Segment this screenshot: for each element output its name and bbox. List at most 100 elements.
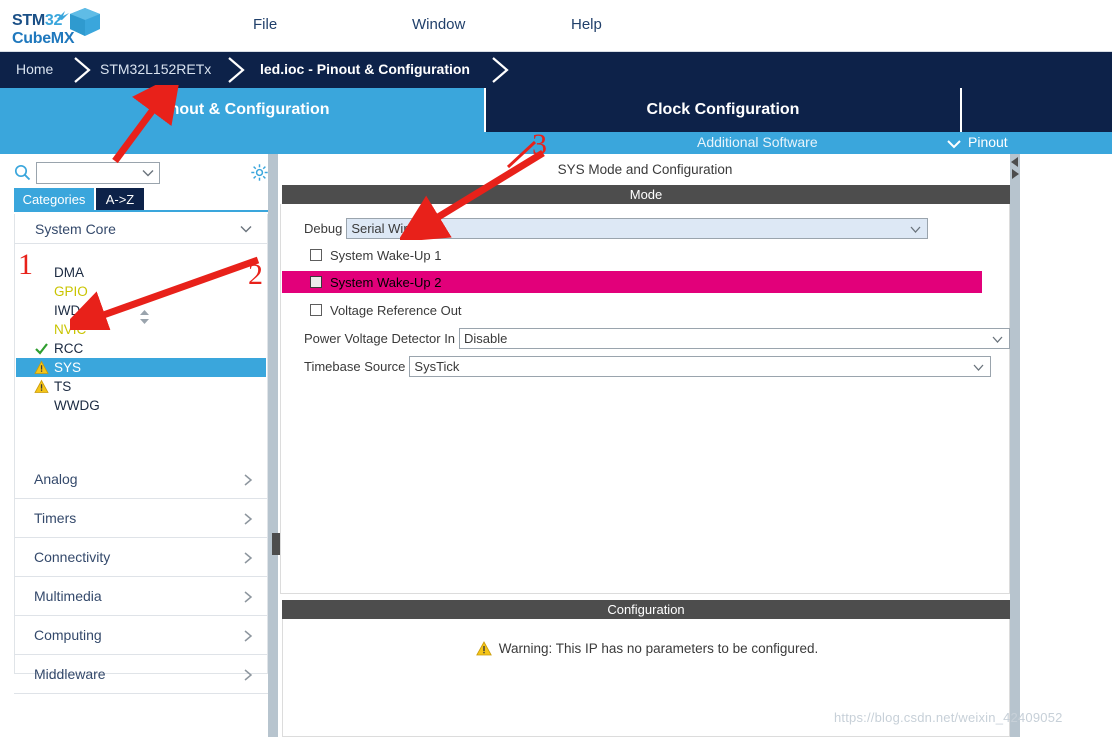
group-label: System Core bbox=[35, 220, 116, 237]
peripheral-label: DMA bbox=[54, 265, 84, 280]
group-system-core[interactable]: System Core bbox=[15, 214, 267, 244]
breadcrumb-chevron-icon bbox=[226, 56, 248, 84]
debug-value: Serial Wire bbox=[351, 220, 415, 236]
tab-categories[interactable]: Categories bbox=[14, 188, 94, 210]
main-tab-bar: Pinout & Configuration Clock Configurati… bbox=[0, 88, 1112, 132]
menu-bar: STM32 CubeMX File Window Help bbox=[0, 0, 1112, 52]
search-icon[interactable] bbox=[14, 164, 31, 181]
breadcrumb-item-mcu[interactable]: STM32L152RETx bbox=[100, 61, 211, 77]
peripheral-item-iwdg[interactable]: IWDG bbox=[16, 301, 266, 320]
menu-item-file[interactable]: File bbox=[253, 16, 277, 33]
category-item-analog[interactable]: Analog bbox=[14, 460, 268, 499]
right-splitter[interactable] bbox=[1010, 154, 1020, 737]
chevron-right-icon[interactable] bbox=[242, 668, 254, 682]
category-item-computing[interactable]: Computing bbox=[14, 616, 268, 655]
peripheral-item-wwdg[interactable]: WWDG bbox=[16, 396, 266, 415]
checkbox-label: System Wake-Up 2 bbox=[330, 274, 442, 290]
chevron-down-icon[interactable] bbox=[239, 223, 253, 235]
breadcrumb-chevron-icon bbox=[490, 56, 512, 84]
category-item-multimedia[interactable]: Multimedia bbox=[14, 577, 268, 616]
breadcrumb: Home STM32L152RETx led.ioc - Pinout & Co… bbox=[0, 52, 1112, 88]
logo-stm-text: STM bbox=[12, 12, 45, 29]
category-item-timers[interactable]: Timers bbox=[14, 499, 268, 538]
debug-row: Debug Serial Wire bbox=[280, 216, 1010, 240]
debug-label: Debug bbox=[304, 220, 343, 236]
category-label: Connectivity bbox=[34, 549, 111, 565]
peripheral-item-nvic[interactable]: NVIC bbox=[16, 320, 266, 339]
debug-dropdown[interactable]: Serial Wire bbox=[346, 217, 929, 239]
checkbox-system-wakeup-1[interactable] bbox=[310, 249, 322, 261]
splitter-collapse-arrows-icon[interactable] bbox=[1010, 156, 1020, 190]
category-item-connectivity[interactable]: Connectivity bbox=[14, 538, 268, 577]
peripheral-label: WWDG bbox=[54, 398, 100, 413]
annotation-number-3: 3 bbox=[532, 128, 547, 161]
checkbox-voltage-reference-out[interactable] bbox=[310, 304, 322, 316]
checkbox-row-system-wakeup-1[interactable]: System Wake-Up 1 bbox=[280, 244, 1010, 266]
stm32cubemx-logo: STM32 CubeMX bbox=[10, 4, 100, 50]
search-input[interactable] bbox=[37, 163, 137, 183]
checkbox-row-voltage-reference-out[interactable]: Voltage Reference Out bbox=[280, 299, 1010, 321]
tab-extra[interactable] bbox=[962, 88, 1112, 132]
left-sidebar: Categories A->Z System Core DMA GPIO IWD… bbox=[0, 154, 268, 737]
configuration-section-header: Configuration bbox=[282, 600, 1010, 619]
pvd-row: Power Voltage Detector In Disable bbox=[280, 326, 1010, 350]
peripheral-label: IWDG bbox=[54, 303, 91, 318]
chevron-down-icon[interactable] bbox=[141, 167, 155, 179]
chevron-down-icon[interactable] bbox=[909, 224, 922, 235]
timebase-row: Timebase Source SysTick bbox=[280, 354, 1010, 378]
timebase-dropdown[interactable]: SysTick bbox=[409, 355, 992, 377]
breadcrumb-chevron-icon bbox=[72, 56, 94, 84]
breadcrumb-item-current[interactable]: led.ioc - Pinout & Configuration bbox=[260, 61, 470, 77]
checkbox-system-wakeup-2[interactable] bbox=[310, 276, 322, 288]
search-row bbox=[0, 158, 268, 186]
menu-item-help[interactable]: Help bbox=[571, 16, 602, 33]
checkbox-label: Voltage Reference Out bbox=[330, 302, 462, 318]
annotation-number-2: 2 bbox=[248, 258, 263, 291]
chevron-down-icon[interactable] bbox=[946, 137, 962, 151]
tab-clock-configuration[interactable]: Clock Configuration bbox=[486, 88, 960, 132]
tab-a-to-z[interactable]: A->Z bbox=[96, 188, 144, 210]
cube-icon bbox=[70, 8, 100, 36]
chevron-right-icon[interactable] bbox=[242, 629, 254, 643]
tab-pinout-configuration[interactable]: Pinout & Configuration bbox=[0, 88, 484, 132]
category-item-middleware[interactable]: Middleware bbox=[14, 655, 268, 694]
chevron-down-icon[interactable] bbox=[991, 334, 1004, 345]
category-list: Analog Timers Connectivity Multimedia Co… bbox=[14, 460, 268, 694]
breadcrumb-item-home[interactable]: Home bbox=[16, 61, 53, 77]
chevron-right-icon[interactable] bbox=[242, 512, 254, 526]
pvd-label: Power Voltage Detector In bbox=[304, 330, 456, 346]
peripheral-label: TS bbox=[54, 379, 72, 394]
chevron-down-icon[interactable] bbox=[972, 362, 985, 373]
category-label: Multimedia bbox=[34, 588, 102, 604]
peripheral-item-dma[interactable]: DMA bbox=[16, 263, 266, 282]
chevron-right-icon[interactable] bbox=[242, 473, 254, 487]
peripheral-list: DMA GPIO IWDG NVIC RCC SYS TS WWDG bbox=[16, 263, 266, 415]
check-icon bbox=[35, 343, 48, 355]
chevron-right-icon[interactable] bbox=[242, 551, 254, 565]
menu-item-window[interactable]: Window bbox=[412, 16, 465, 33]
pinout-menu-button[interactable]: Pinout bbox=[968, 134, 1008, 150]
additional-software-button[interactable]: Additional Software bbox=[697, 134, 818, 150]
chevron-right-icon[interactable] bbox=[242, 590, 254, 604]
peripheral-item-ts[interactable]: TS bbox=[16, 377, 266, 396]
gear-icon[interactable] bbox=[250, 163, 269, 182]
peripheral-item-rcc[interactable]: RCC bbox=[16, 339, 266, 358]
pvd-value: Disable bbox=[464, 330, 508, 346]
sidebar-splitter[interactable] bbox=[268, 154, 278, 737]
timebase-label: Timebase Source bbox=[304, 358, 406, 374]
pvd-dropdown[interactable]: Disable bbox=[459, 327, 1010, 349]
peripheral-item-gpio[interactable]: GPIO bbox=[16, 282, 266, 301]
peripheral-label: SYS bbox=[54, 360, 82, 375]
checkbox-row-system-wakeup-2[interactable]: System Wake-Up 2 bbox=[282, 271, 982, 293]
peripheral-item-sys[interactable]: SYS bbox=[16, 358, 266, 377]
sidebar-tab-underline bbox=[14, 210, 268, 212]
checkbox-label: System Wake-Up 1 bbox=[330, 247, 442, 263]
category-label: Analog bbox=[34, 471, 78, 487]
sys-configuration-panel: SYS Mode and Configuration Mode Debug Se… bbox=[280, 154, 1010, 737]
timebase-value: SysTick bbox=[414, 358, 460, 374]
peripheral-label: NVIC bbox=[54, 322, 87, 337]
warning-icon bbox=[34, 379, 49, 393]
search-combobox[interactable] bbox=[36, 162, 160, 184]
stm32cubemx-window: STM32 CubeMX File Window Help Home STM32… bbox=[0, 0, 1112, 737]
category-label: Computing bbox=[34, 627, 102, 643]
